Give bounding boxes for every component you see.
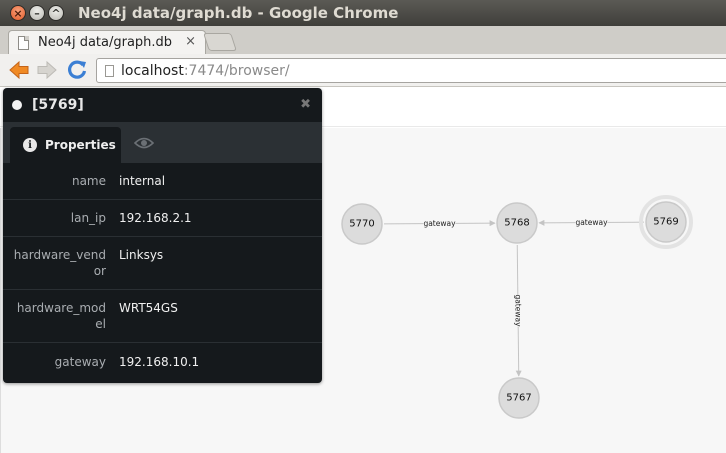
tab-properties[interactable]: i Properties [10, 127, 121, 163]
window-controls: × – ^ [10, 5, 64, 21]
tab-properties-label: Properties [45, 138, 116, 152]
inspector-title: [5769] [32, 97, 84, 113]
relationship-label: gateway [423, 219, 456, 228]
property-key-line: hardware_mod [16, 301, 106, 315]
tab-title: Neo4j data/graph.db [38, 35, 173, 50]
property-row: gateway 192.168.10.1 [3, 343, 322, 381]
eye-icon[interactable] [134, 136, 154, 150]
property-key: hardware_vend or [3, 247, 106, 279]
property-value: 192.168.2.1 [119, 211, 192, 225]
address-bar[interactable]: localhost:7474/browser/ [96, 58, 726, 83]
maximize-icon[interactable]: ^ [48, 5, 64, 21]
new-tab-button[interactable] [203, 33, 237, 51]
graph-node-label: 5767 [506, 393, 531, 404]
graph-node-label: 5770 [349, 219, 374, 230]
properties-table: name internal lan_ip 192.168.2.1 hardwar… [3, 163, 322, 381]
page-icon [105, 64, 114, 77]
property-value: WRT54GS [119, 301, 178, 315]
tab-close-icon[interactable]: × [185, 34, 196, 49]
close-icon[interactable]: ✖ [300, 97, 311, 112]
address-url: localhost:7474/browser/ [121, 63, 290, 79]
node-inspector-panel: [5769] ✖ i Properties name internal lan_… [3, 88, 322, 383]
property-key: hardware_mod el [3, 300, 106, 332]
property-key-line: hardware_vend [13, 248, 106, 262]
page-icon [18, 35, 29, 50]
node-dot-icon [12, 100, 22, 110]
property-row: hardware_mod el WRT54GS [3, 290, 322, 343]
property-key: name [71, 174, 106, 188]
property-row: hardware_vend or Linksys [3, 237, 322, 290]
url-host: localhost [121, 62, 184, 79]
url-path: :7474/browser/ [183, 62, 290, 79]
minimize-icon[interactable]: – [29, 5, 45, 21]
property-value: internal [119, 174, 166, 188]
relationship-label: gateway [514, 294, 523, 327]
property-key: gateway [54, 355, 106, 369]
inspector-tabbar: i Properties [3, 122, 322, 163]
close-icon[interactable]: × [10, 5, 26, 21]
tab-strip: Neo4j data/graph.db × [0, 26, 726, 54]
back-arrow-icon[interactable] [8, 59, 30, 81]
relationship-label: gateway [575, 218, 608, 227]
window-titlebar: × – ^ Neo4j data/graph.db - Google Chrom… [0, 0, 726, 26]
property-row: lan_ip 192.168.2.1 [3, 200, 322, 237]
property-key-line: el [95, 317, 106, 331]
forward-arrow-icon[interactable] [36, 59, 58, 81]
property-value: Linksys [119, 248, 164, 262]
reload-icon[interactable] [66, 59, 88, 81]
property-row: name internal [3, 163, 322, 200]
window-title: Neo4j data/graph.db - Google Chrome [78, 4, 399, 22]
browser-tab[interactable]: Neo4j data/graph.db × [8, 30, 206, 54]
graph-node-label: 5768 [504, 218, 529, 229]
graph-node-label: 5769 [653, 217, 678, 228]
property-key-line: or [93, 264, 106, 278]
info-icon: i [23, 138, 37, 152]
browser-toolbar: localhost:7474/browser/ [0, 54, 726, 87]
inspector-header: [5769] ✖ [3, 88, 322, 122]
property-key: lan_ip [70, 211, 106, 225]
property-value: 192.168.10.1 [119, 355, 200, 369]
